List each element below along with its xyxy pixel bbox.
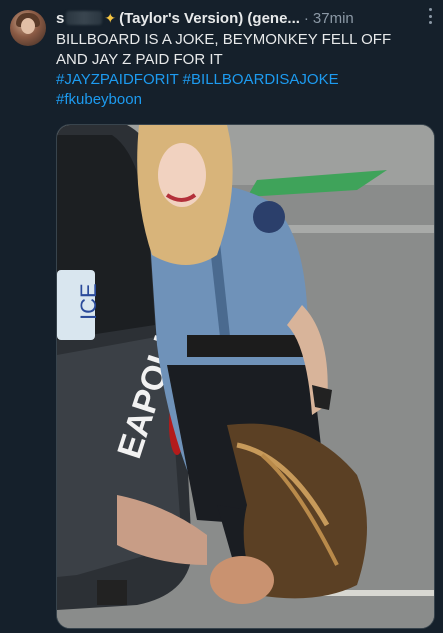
display-name-prefix[interactable]: s	[56, 10, 64, 27]
hashtag-line[interactable]: #fkubeyboon	[56, 90, 423, 110]
tweet-image[interactable]: ICE EAPOLIS	[56, 124, 435, 629]
avatar-face	[21, 18, 35, 34]
timestamp[interactable]: 37min	[313, 10, 354, 27]
sparkle-icon: ✦	[104, 9, 117, 26]
tweet-text: BILLBOARD IS A JOKE, BEYMONKEY FELL OFF …	[56, 30, 423, 110]
license-plate-text: ICE	[76, 283, 101, 320]
badge-patch	[253, 201, 285, 233]
meme-image: ICE EAPOLIS	[57, 125, 434, 628]
display-name[interactable]: (Taylor's Version) (gene...	[119, 10, 300, 27]
avatar[interactable]	[10, 10, 46, 46]
tweet-text-line: BILLBOARD IS A JOKE, BEYMONKEY FELL OFF	[56, 31, 392, 48]
tweet-header: s ✦ (Taylor's Version) (gene... · 37min	[56, 8, 433, 28]
tweet-text-line: AND JAY Z PAID FOR IT	[56, 51, 223, 68]
redacted-name	[66, 11, 103, 25]
more-options-icon[interactable]	[427, 8, 433, 24]
separator-dot: ·	[303, 9, 309, 27]
hashtag-line[interactable]: #JAYZPAIDFORIT #BILLBOARDISAJOKE	[56, 70, 423, 90]
